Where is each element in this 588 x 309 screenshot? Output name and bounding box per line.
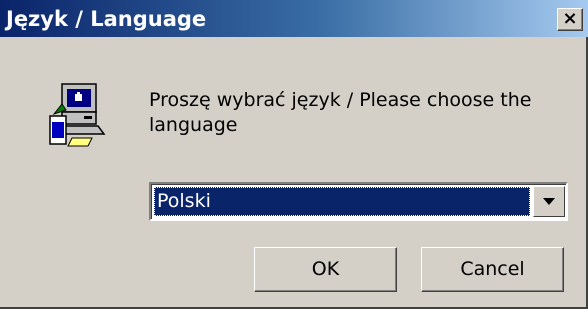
window-title: Język / Language [6,7,207,31]
title-bar[interactable]: Język / Language × [0,0,588,37]
ok-button[interactable]: OK [254,247,397,292]
cancel-button[interactable]: Cancel [421,247,564,292]
chevron-down-icon [543,198,555,205]
close-button[interactable]: × [557,8,583,31]
prompt-message: Proszę wybrać język / Please choose the … [149,89,532,136]
computer-setup-icon [48,80,108,150]
language-select-value[interactable]: Polski [154,187,530,216]
dropdown-button[interactable] [533,186,565,217]
language-select[interactable]: Polski [149,182,568,221]
language-dialog: Język / Language × Proszę wybrać język /… [0,0,588,309]
close-icon: × [562,8,578,29]
